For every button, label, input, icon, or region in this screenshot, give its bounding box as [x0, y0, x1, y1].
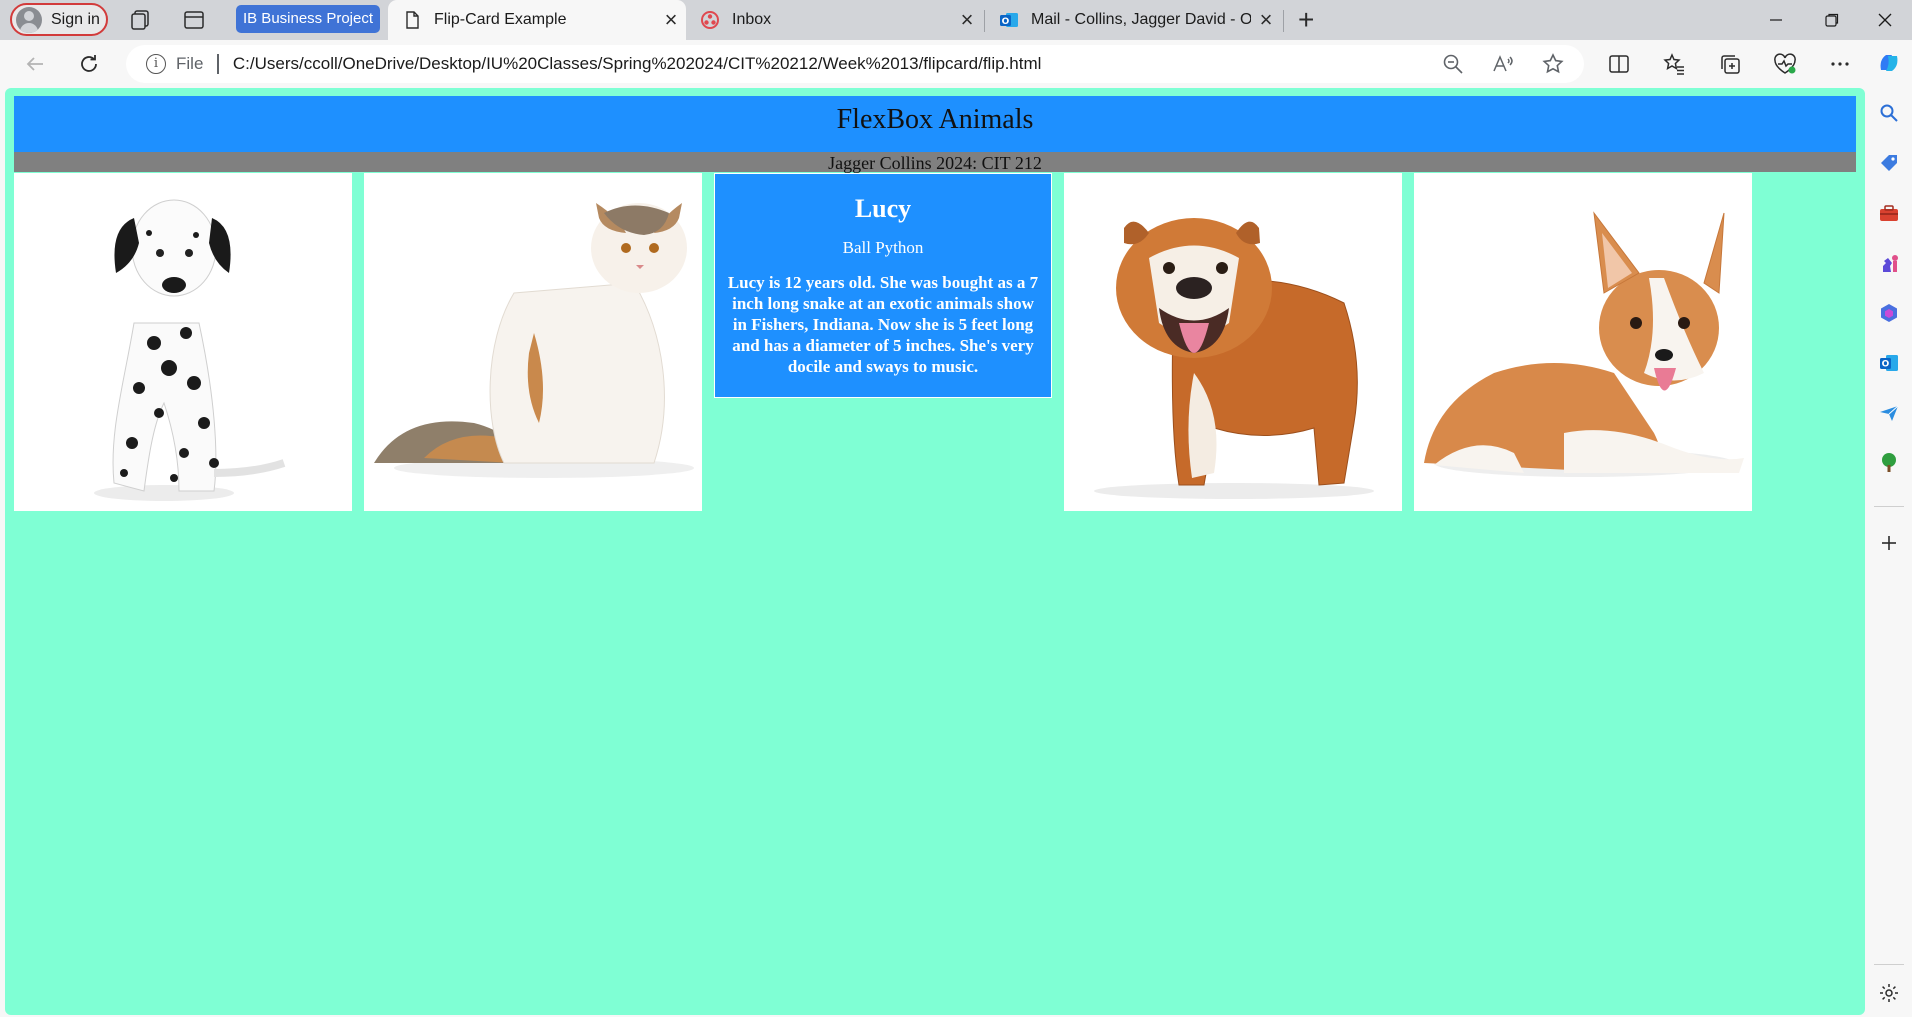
english-bulldog-image	[1094, 218, 1374, 499]
browser-essentials-button[interactable]	[1771, 50, 1799, 78]
search-icon	[1880, 104, 1898, 122]
animal-description: Lucy is 12 years old. She was bought as …	[727, 273, 1039, 376]
games-button[interactable]	[1876, 250, 1902, 276]
animal-species: Ball Python	[842, 238, 924, 257]
gear-icon	[1880, 984, 1898, 1002]
dalmatian-dog-image	[94, 199, 286, 501]
refresh-icon	[81, 55, 97, 72]
close-tab-icon[interactable]: ×	[952, 7, 982, 33]
flip-card-bulldog[interactable]	[1064, 173, 1402, 511]
restore-icon	[1825, 13, 1839, 27]
sign-in-label: Sign in	[51, 10, 100, 28]
page-subtitle: Jagger Collins 2024: CIT 212	[14, 152, 1856, 173]
tree-button[interactable]	[1876, 450, 1902, 476]
sidebar-settings-button[interactable]	[1876, 980, 1902, 1006]
plus-icon	[1882, 536, 1896, 550]
tab-strip: Sign in IB Business Project Flip-Card Ex…	[0, 0, 1912, 40]
more-options-icon	[1831, 62, 1849, 66]
toolbox-icon	[1880, 205, 1898, 221]
outlook-icon: O	[1880, 355, 1898, 371]
address-toolbar: i File C:/Users/ccoll/OneDrive/Desktop/I…	[0, 40, 1912, 88]
read-aloud-icon[interactable]	[1492, 53, 1514, 75]
animal-name: Lucy	[854, 194, 912, 223]
card-front	[364, 173, 702, 511]
address-separator	[217, 54, 219, 74]
new-tab-button[interactable]: +	[1298, 4, 1314, 36]
url-text[interactable]: C:/Users/ccoll/OneDrive/Desktop/IU%20Cla…	[233, 54, 1042, 74]
card-front	[1064, 173, 1402, 511]
back-arrow-icon	[26, 57, 43, 71]
heart-pulse-icon	[1774, 53, 1796, 74]
drop-button[interactable]	[1876, 400, 1902, 426]
page-viewport: FlexBox Animals Jagger Collins 2024: CIT…	[5, 88, 1865, 1015]
microsoft-365-icon	[1881, 304, 1897, 322]
refresh-button[interactable]	[75, 50, 103, 78]
split-screen-button[interactable]	[1605, 50, 1633, 78]
microsoft-365-button[interactable]	[1876, 300, 1902, 326]
shopping-button[interactable]	[1876, 150, 1902, 176]
corgi-dog-image	[1424, 211, 1744, 477]
card-front	[14, 173, 352, 511]
tools-button[interactable]	[1876, 200, 1902, 226]
outlook-sidebar-button[interactable]: O	[1876, 350, 1902, 376]
tab-outlook-mail[interactable]: O Mail - Collins, Jagger David - Out ×	[985, 0, 1281, 40]
asana-icon	[701, 11, 719, 29]
collections-icon	[1721, 55, 1740, 74]
copilot-icon	[1880, 55, 1898, 71]
settings-more-button[interactable]	[1826, 50, 1854, 78]
flip-card-lucy[interactable]: Lucy Ball Python Lucy is 12 years old. S…	[714, 173, 1052, 511]
persian-cat-image	[374, 203, 694, 478]
tab-flip-card-example[interactable]: Flip-Card Example ×	[388, 0, 686, 40]
minimize-button[interactable]	[1748, 0, 1804, 40]
outlook-icon: O	[1000, 13, 1018, 27]
vertical-tabs-icon[interactable]	[182, 8, 206, 32]
chess-piece-icon	[1883, 255, 1898, 272]
favorites-list-icon	[1663, 53, 1684, 75]
card-row: Lucy Ball Python Lucy is 12 years old. S…	[14, 173, 1752, 511]
tab-title: Mail - Collins, Jagger David - Out	[1031, 11, 1251, 28]
collections-button[interactable]	[1716, 50, 1744, 78]
close-tab-icon[interactable]: ×	[656, 7, 686, 33]
tab-title: Flip-Card Example	[434, 11, 567, 28]
edge-sidebar: O	[1866, 40, 1912, 1017]
page-icon	[406, 11, 419, 29]
sidebar-divider	[1874, 506, 1904, 507]
send-plane-icon	[1880, 405, 1899, 421]
favorites-button[interactable]	[1660, 50, 1688, 78]
add-sidebar-app-button[interactable]	[1876, 530, 1902, 556]
tab-inbox[interactable]: Inbox ×	[686, 0, 982, 40]
zoom-out-icon[interactable]	[1442, 53, 1464, 75]
tab-title: Inbox	[732, 11, 772, 28]
profile-avatar-icon	[16, 6, 42, 33]
address-bar[interactable]: i File C:/Users/ccoll/OneDrive/Desktop/I…	[126, 45, 1584, 83]
tree-icon	[1882, 453, 1896, 472]
flip-card-corgi[interactable]	[1414, 173, 1752, 511]
close-icon	[1878, 13, 1892, 27]
card-back: Lucy Ball Python Lucy is 12 years old. S…	[714, 173, 1052, 398]
tab-separator	[1283, 10, 1284, 32]
back-button[interactable]	[21, 50, 49, 78]
svg-text:O: O	[1002, 17, 1010, 27]
page-title: FlexBox Animals	[14, 96, 1856, 152]
workspaces-icon[interactable]	[128, 8, 152, 32]
sidebar-search-button[interactable]	[1876, 100, 1902, 126]
minimize-icon	[1770, 19, 1782, 21]
flip-card-persian-cat[interactable]	[364, 173, 702, 511]
split-screen-icon	[1609, 55, 1629, 73]
scheme-label: File	[176, 54, 204, 73]
tab-group-ib-business-project[interactable]: IB Business Project	[236, 5, 380, 33]
close-tab-icon[interactable]: ×	[1251, 7, 1281, 33]
restore-button[interactable]	[1804, 0, 1860, 40]
card-front	[1414, 173, 1752, 511]
close-window-button[interactable]	[1858, 0, 1912, 40]
favorite-star-icon[interactable]	[1542, 53, 1564, 75]
svg-text:O: O	[1882, 360, 1890, 370]
copilot-button[interactable]	[1876, 50, 1902, 76]
sign-in-button[interactable]: Sign in	[10, 3, 108, 36]
site-info-icon[interactable]: i	[146, 54, 166, 74]
flip-card-dalmatian[interactable]	[14, 173, 352, 511]
sidebar-divider	[1874, 964, 1904, 965]
shopping-tag-icon	[1881, 155, 1897, 171]
